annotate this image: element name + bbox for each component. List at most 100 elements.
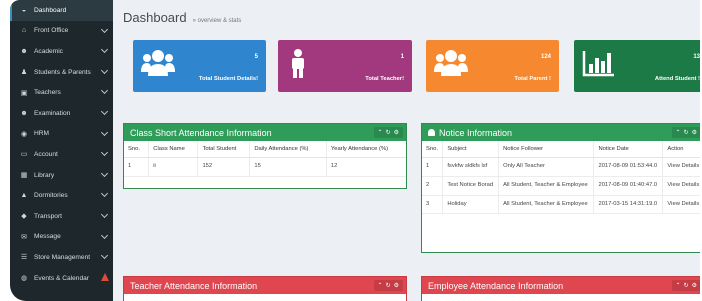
sidebar-item-teachers[interactable]: ▣ Teachers <box>10 82 113 103</box>
sidebar-item-students-parents[interactable]: ♟ Students & Parents <box>10 62 113 83</box>
users-icon <box>434 50 468 76</box>
column-header: Subject <box>442 141 500 158</box>
stat-box-teachers[interactable]: 1 Total Teacher! <box>278 40 412 92</box>
refresh-icon[interactable]: ↻ <box>386 129 391 136</box>
chevron-down-icon <box>100 190 109 198</box>
table-cell: 2017-08-09 01:53:44.0 <box>593 157 664 177</box>
view-details-link[interactable]: View Details <box>662 176 700 196</box>
chevron-down-icon <box>100 107 109 116</box>
panel-header: Teacher Attendance Information ⌃ ↻ ⚙ <box>124 277 406 294</box>
column-header: Yearly Attendance (%) <box>326 141 406 158</box>
table-body: 1 ii 152 15 12 <box>124 157 406 177</box>
sidebar-item-dashboard[interactable]: ◒ Dashboard <box>10 0 113 21</box>
panel-title: Class Short Attendance Information <box>130 127 272 138</box>
stat-box-parents[interactable]: 124 Total Parent ! <box>426 40 559 92</box>
chevron-down-icon <box>100 66 109 74</box>
collapse-icon[interactable]: ⌃ <box>378 282 383 289</box>
sidebar-item-front-office[interactable]: ⌂ Front Office <box>10 21 113 42</box>
column-header: Sno. <box>422 141 444 158</box>
settings-icon[interactable]: ⚙ <box>692 282 697 289</box>
stats-area: 5 Total Student Details! 1 Total Teacher… <box>123 32 700 104</box>
sidebar-item-label: Academic <box>34 47 63 55</box>
notice-table: Sno. Subject Notice Follower Notice Date Act… <box>422 141 700 215</box>
user-icon <box>292 49 304 78</box>
class-attendance-panel: Class Short Attendance Information ⌃ ↻ ⚙… <box>123 123 407 189</box>
panel-title: Teacher Attendance Information <box>130 280 258 291</box>
panel-tools: ⌃ ↻ ⚙ <box>671 280 700 291</box>
sidebar-item-label: Front Office <box>34 27 69 35</box>
sidebar-item-events-calendar[interactable]: ◍ Events & Calendar <box>10 268 113 289</box>
table-cell: 3 <box>422 195 444 215</box>
collapse-icon[interactable]: ⌃ <box>378 129 383 136</box>
column-header: Notice Follower <box>498 141 595 158</box>
home-icon: ⌂ <box>21 27 27 35</box>
sidebar-item-label: Students & Parents <box>34 68 91 76</box>
sidebar-item-account[interactable]: ▭ Account <box>10 144 113 165</box>
table-cell: 2017-08-09 01:40:47.0 <box>593 176 664 196</box>
settings-icon[interactable]: ⚙ <box>692 129 697 136</box>
table-cell: 152 <box>197 157 251 177</box>
sidebar-item-academic[interactable]: ☻ Academic <box>10 41 113 62</box>
chevron-down-icon <box>100 128 109 136</box>
sidebar-item-label: Examination <box>34 109 71 117</box>
stat-box-students[interactable]: 5 Total Student Details! <box>133 40 266 92</box>
table-cell: 12 <box>326 157 406 177</box>
sidebar: ◒ Dashboard ⌂ Front Office ☻ Academic ♟ Student… <box>10 0 113 301</box>
table-cell: Test Notice Borad <box>442 176 500 196</box>
car-icon: ◆ <box>21 213 27 221</box>
stat-box-attendance[interactable]: 13 Attend Student ! <box>574 40 700 92</box>
eye-icon: ◉ <box>20 130 28 138</box>
chevron-down-icon <box>100 210 109 218</box>
teacher-attendance-panel: Teacher Attendance Information ⌃ ↻ ⚙ <box>123 276 407 301</box>
column-header: Class Name <box>148 141 199 158</box>
panel-tools: ⌃ ↻ ⚙ <box>671 127 700 138</box>
sidebar-item-library[interactable]: ▦ Library <box>10 165 113 186</box>
table-cell: fsvkfw sldkfs lsf <box>442 157 500 177</box>
refresh-icon[interactable]: ↻ <box>684 129 689 136</box>
column-header: Daily Attendance (%) <box>249 141 327 158</box>
column-header: Total Student <box>197 141 251 158</box>
stat-label: Total Student Details! <box>198 76 258 82</box>
table-cell: ii <box>148 157 199 177</box>
chevron-down-icon <box>100 46 109 54</box>
page-title: Dashboard <box>123 10 187 25</box>
credit-card-icon: ▭ <box>20 151 28 159</box>
refresh-icon[interactable]: ↻ <box>684 282 689 289</box>
panel-tools: ⌃ ↻ ⚙ <box>373 127 403 138</box>
table-cell: 2017-03-15 14:31:19.0 <box>593 195 664 215</box>
chevron-down-icon <box>100 87 109 95</box>
stat-label: Total Parent ! <box>514 76 551 82</box>
page-header: Dashboard » overview & stats <box>123 10 241 25</box>
settings-icon[interactable]: ⚙ <box>394 282 399 289</box>
sidebar-item-store-management[interactable]: ☰ Store Management <box>10 247 113 268</box>
collapse-icon[interactable]: ⌃ <box>676 129 681 136</box>
table-body: 1 fsvkfw sldkfs lsf Only All Teacher 2017-0… <box>422 157 700 215</box>
sidebar-item-message[interactable]: ✉ Message <box>10 227 113 248</box>
sidebar-item-hrm[interactable]: ◉ HRM <box>10 124 113 145</box>
table-cell: 1 <box>124 157 150 177</box>
settings-icon[interactable]: ⚙ <box>394 129 399 136</box>
view-details-link[interactable]: View Details <box>662 157 700 177</box>
sidebar-item-examination[interactable]: ☻ Examination <box>10 103 113 124</box>
chevron-down-icon <box>100 25 109 33</box>
library-icon: ▦ <box>20 172 28 180</box>
notice-panel: Notice Information ⌃ ↻ ⚙ Sno. Subject Noti… <box>421 123 700 253</box>
calendar-icon: ◍ <box>20 275 28 283</box>
panel-tools: ⌃ ↻ ⚙ <box>373 280 403 291</box>
sidebar-item-label: Teachers <box>34 89 61 97</box>
users-icon <box>141 50 175 76</box>
stat-label: Attend Student ! <box>654 76 700 82</box>
table-row: 1 ii 152 15 12 <box>124 157 406 177</box>
sidebar-item-dormitories[interactable]: ▲ Dormitories <box>10 185 113 206</box>
refresh-icon[interactable]: ↻ <box>386 282 391 289</box>
page-subtitle: » overview & stats <box>192 18 242 24</box>
column-header: Sno. <box>124 141 150 158</box>
panel-header: Class Short Attendance Information ⌃ ↻ ⚙ <box>124 124 406 141</box>
view-details-link[interactable]: View Details <box>662 195 700 215</box>
table-cell: All Student, Teacher & Employee <box>498 195 595 215</box>
table-cell: All Student, Teacher & Employee <box>498 176 595 196</box>
collapse-icon[interactable]: ⌃ <box>676 282 681 289</box>
sidebar-item-label: HRM <box>34 130 50 138</box>
sidebar-item-transport[interactable]: ◆ Transport <box>10 206 113 227</box>
table-cell: 15 <box>249 157 327 177</box>
